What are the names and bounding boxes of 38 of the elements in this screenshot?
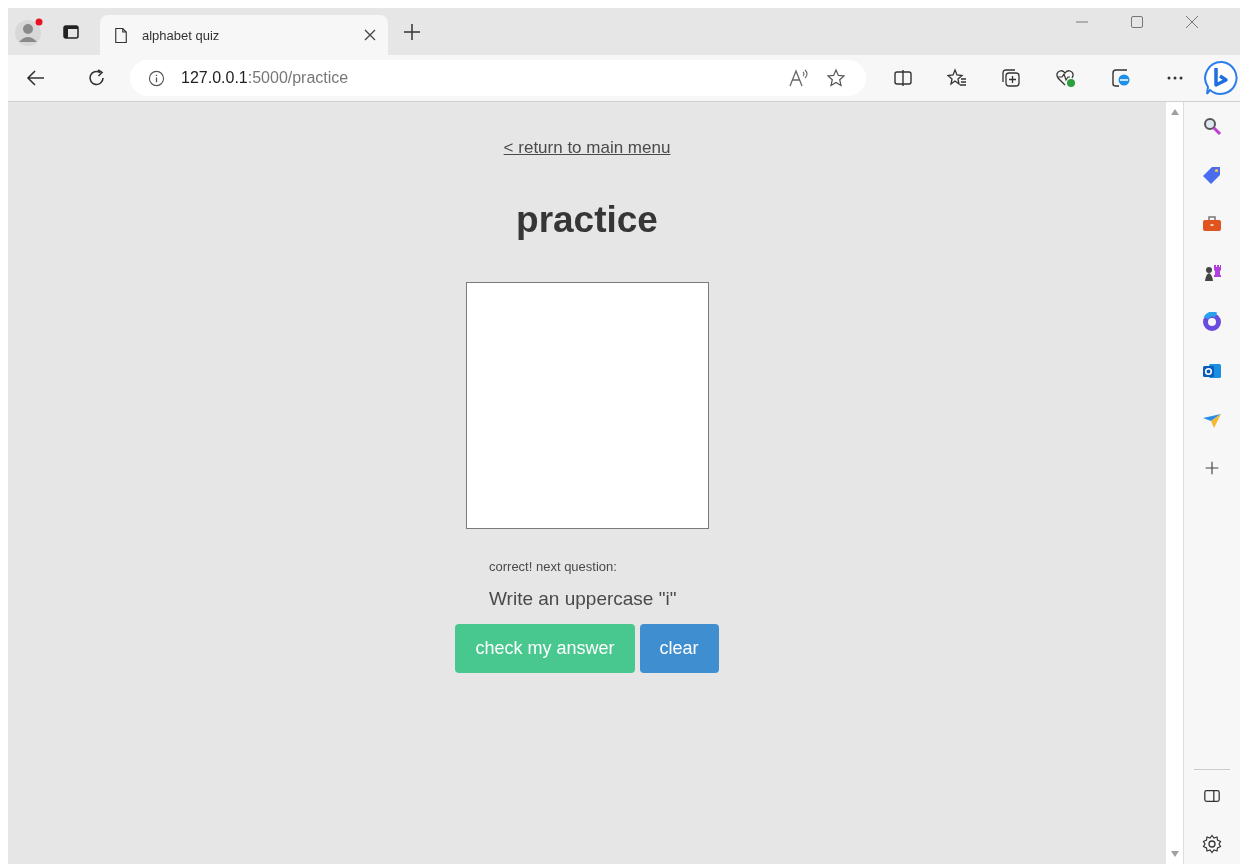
back-icon[interactable]: [26, 68, 46, 88]
page-heading: practice: [516, 198, 658, 242]
add-icon[interactable]: [1203, 459, 1221, 477]
panel-icon[interactable]: [1203, 787, 1221, 805]
new-tab-icon[interactable]: [402, 21, 422, 42]
address-text[interactable]: 127.0.0.1:5000/practice: [181, 69, 349, 87]
mail-icon[interactable]: [1202, 361, 1222, 381]
tab-title: alphabet quiz: [142, 27, 221, 43]
return-link[interactable]: < return to main menu: [503, 138, 671, 158]
info-icon[interactable]: [148, 69, 165, 87]
scroll-down-icon[interactable]: [1169, 850, 1180, 858]
feedback-text: correct! next question:: [489, 559, 618, 575]
heartbeat-icon[interactable]: [1055, 68, 1077, 88]
page-icon: [114, 26, 128, 44]
clear-button[interactable]: clear: [639, 624, 719, 674]
ring-logo-icon[interactable]: [1202, 312, 1222, 332]
favorites-icon[interactable]: [947, 68, 967, 88]
settings-icon[interactable]: [1202, 834, 1222, 854]
profile-icon[interactable]: [14, 16, 44, 47]
refresh-icon[interactable]: [87, 68, 107, 88]
scrollbar[interactable]: [1166, 102, 1183, 864]
chat-bubble-icon[interactable]: [1204, 60, 1240, 96]
browser-tab[interactable]: alphabet quiz: [100, 15, 388, 55]
tab-actions-icon[interactable]: [62, 22, 80, 41]
question-text: Write an uppercase "i": [489, 588, 678, 611]
star-icon[interactable]: [826, 68, 846, 88]
tag-icon[interactable]: [1202, 165, 1222, 185]
collections-icon[interactable]: [1001, 68, 1021, 88]
toolbox-icon[interactable]: [1202, 214, 1222, 234]
search-icon[interactable]: [1202, 116, 1222, 136]
read-aloud-icon[interactable]: [788, 68, 810, 88]
close-window-icon[interactable]: [1185, 14, 1199, 29]
scroll-up-icon[interactable]: [1169, 108, 1180, 116]
maximize-icon[interactable]: [1130, 14, 1144, 29]
split-screen-icon[interactable]: [893, 68, 913, 88]
close-icon[interactable]: [364, 29, 376, 41]
address-bar[interactable]: 127.0.0.1:5000/practice: [130, 60, 866, 96]
chess-pieces-icon[interactable]: [1202, 263, 1222, 283]
